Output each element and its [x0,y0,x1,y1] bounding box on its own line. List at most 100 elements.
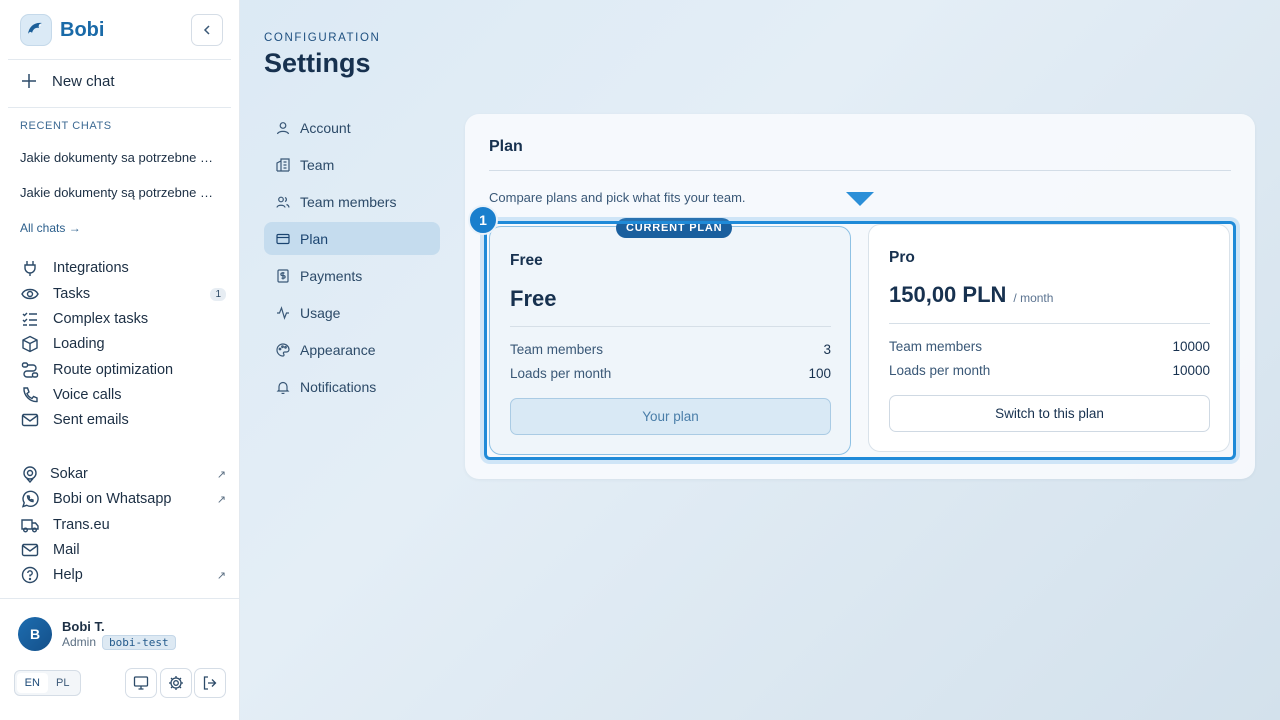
help-icon [20,565,40,585]
language-option-en[interactable]: EN [17,673,48,693]
sidebar-item-route-optimization[interactable]: Route optimization [20,360,226,380]
user-icon [276,121,290,135]
settings-tab-label: Team [300,156,335,173]
recent-chat-item[interactable]: Jakie dokumenty sa potrzebne przy transp… [20,150,220,165]
sidebar-item-sent-emails[interactable]: Sent emails [20,410,226,430]
mail-icon [20,540,40,560]
dolphin-logo-icon [20,14,52,46]
settings-tab-label: Appearance [300,341,376,358]
settings-tab-payments[interactable]: Payments [264,259,440,292]
divider [8,107,231,108]
brand-name: Bobi [60,18,105,41]
settings-tab-label: Plan [300,230,329,247]
language-switch: EN PL [14,670,81,696]
org-badge: bobi-test [102,634,176,650]
sidebar-link-trans-eu[interactable]: Trans.eu [20,515,226,535]
sidebar-item-label: Help [53,567,83,583]
recent-chat-item[interactable]: Jakie dokumenty są potrzebne przy transp… [20,185,220,200]
route-icon [20,360,40,380]
user-name: Bobi T. [62,618,105,634]
all-chats-link[interactable]: All chats → [20,221,81,235]
sidebar-item-label: Trans.eu [53,517,110,533]
eye-icon [20,284,40,304]
sidebar-link-whatsapp[interactable]: Bobi on Whatsapp ↗ [20,489,226,509]
settings-tab-label: Notifications [300,378,377,395]
new-chat-button[interactable]: New chat [20,72,115,90]
settings-tab-label: Team members [300,193,397,210]
divider [8,59,231,60]
settings-nav: Account Team Team members Plan Payments … [264,111,440,407]
sidebar: Bobi New chat RECENT CHATS Jakie dokumen… [0,0,240,720]
sidebar-item-complex-tasks[interactable]: Complex tasks [20,309,226,329]
sidebar-item-label: Sokar [50,466,88,482]
tour-pointer-arrow-icon [846,192,874,206]
recent-chats-heading: RECENT CHATS [20,120,112,132]
arrow-right-icon: → [68,221,81,235]
tour-step-badge: 1 [468,205,498,235]
settings-tab-plan[interactable]: Plan [264,222,440,255]
settings-tab-team[interactable]: Team [264,148,440,181]
sidebar-item-loading[interactable]: Loading [20,334,226,354]
truck-icon [20,515,40,535]
logout-icon [203,676,217,690]
settings-tab-usage[interactable]: Usage [264,296,440,329]
sidebar-item-label: Complex tasks [53,311,149,327]
avatar: B [18,617,52,651]
settings-button[interactable] [160,668,192,698]
settings-tab-team-members[interactable]: Team members [264,185,440,218]
phone-icon [20,385,40,405]
panel-title: Plan [489,138,523,155]
sidebar-item-voice-calls[interactable]: Voice calls [20,385,226,405]
settings-tab-label: Payments [300,267,363,284]
external-link-icon: ↗ [216,493,226,506]
activity-icon [276,305,290,320]
sidebar-link-sokar[interactable]: Sokar ↗ [20,464,226,484]
bell-icon [276,380,290,394]
chevron-left-icon [203,25,210,35]
gear-icon [169,676,183,690]
user-role-row: Admin bobi-test [62,634,176,650]
panel-description: Compare plans and pick what fits your te… [489,190,746,205]
sidebar-item-integrations[interactable]: Integrations [20,258,226,278]
sidebar-item-label: Route optimization [53,362,174,378]
page-title: Settings [264,48,371,78]
settings-tab-account[interactable]: Account [264,111,440,144]
new-chat-label: New chat [52,72,115,90]
monitor-icon [133,676,149,690]
collapse-sidebar-button[interactable] [191,14,223,46]
user-role: Admin [62,635,97,649]
all-chats-label: All chats [20,221,66,235]
brand[interactable]: Bobi [20,14,104,46]
palette-icon [276,342,290,357]
plan-panel: Plan Compare plans and pick what fits yo… [465,114,1255,479]
whatsapp-icon [20,489,40,509]
display-button[interactable] [125,668,157,698]
sidebar-item-label: Tasks [53,286,91,302]
sidebar-link-mail[interactable]: Mail [20,540,226,560]
user-profile[interactable]: B Bobi T. Admin bobi-test [18,617,176,651]
divider [489,170,1231,171]
divider [0,598,240,599]
checklist-icon [20,309,40,329]
sidebar-item-label: Integrations [53,260,129,276]
sidebar-item-tasks[interactable]: Tasks 1 [20,284,226,304]
external-link-icon: ↗ [216,569,226,582]
location-icon [20,464,40,484]
sidebar-item-label: Loading [53,336,105,352]
tasks-count-badge: 1 [210,287,226,301]
sidebar-item-label: Bobi on Whatsapp [53,491,172,507]
logout-button[interactable] [194,668,226,698]
sidebar-item-label: Mail [53,542,80,558]
external-link-icon: ↗ [216,468,226,481]
settings-tab-appearance[interactable]: Appearance [264,333,440,366]
sidebar-item-label: Voice calls [53,387,122,403]
settings-tab-label: Usage [300,304,341,321]
settings-tab-notifications[interactable]: Notifications [264,370,440,403]
mail-icon [20,410,40,430]
credit-card-icon [276,232,290,246]
language-option-pl[interactable]: PL [48,673,79,693]
receipt-icon [276,268,290,283]
settings-tab-label: Account [300,119,351,136]
tour-highlight-frame [484,221,1236,460]
sidebar-link-help[interactable]: Help ↗ [20,565,226,585]
